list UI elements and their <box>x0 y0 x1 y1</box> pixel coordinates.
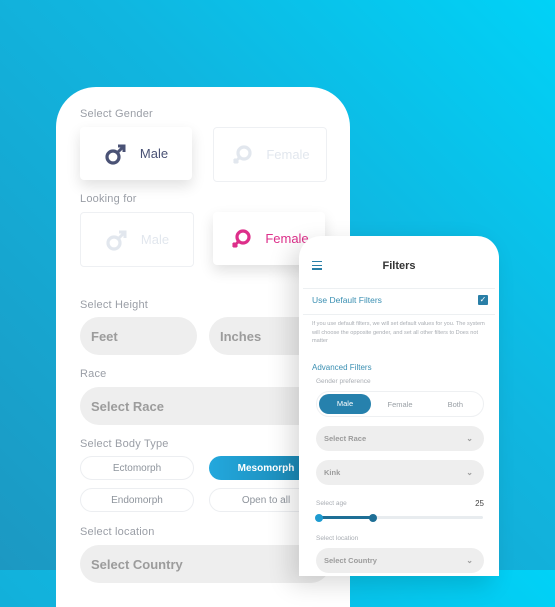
kink-select[interactable]: Kink ⌄ <box>316 460 484 485</box>
divider <box>303 314 495 315</box>
gender-pref-both[interactable]: Both <box>428 400 483 409</box>
location-label: Select location <box>80 526 155 538</box>
age-max-handle[interactable] <box>369 513 378 522</box>
gender-male-option[interactable]: Male <box>80 127 192 180</box>
kink-placeholder: Kink <box>324 468 341 477</box>
divider <box>303 288 495 289</box>
looking-female-label: Female <box>265 231 309 246</box>
gender-preference-segmented: Male x Female Both <box>316 391 484 417</box>
filter-country-placeholder: Select Country <box>324 556 377 565</box>
height-label: Select Height <box>80 299 149 311</box>
looking-male-option[interactable]: Male <box>80 212 194 267</box>
female-icon <box>233 144 252 164</box>
looking-for-label: Looking for <box>80 193 137 205</box>
gender-pref-male[interactable]: Male <box>319 394 371 414</box>
body-type-label: Select Body Type <box>80 438 169 450</box>
male-icon <box>106 230 127 251</box>
male-icon <box>105 144 126 165</box>
body-type-ectomorph[interactable]: Ectomorph <box>80 456 194 480</box>
race-select[interactable]: Select Race <box>80 387 330 425</box>
race-label: Race <box>80 368 107 380</box>
female-icon <box>232 228 251 248</box>
chevron-down-icon: ⌄ <box>466 556 473 565</box>
gender-female-label: Female <box>266 147 310 162</box>
filter-country-select[interactable]: Select Country ⌄ <box>316 548 484 573</box>
chevron-down-icon: ⌄ <box>466 468 473 477</box>
age-slider-fill <box>319 516 374 519</box>
chevron-down-icon: ⌄ <box>466 434 473 443</box>
filters-panel: Filters Use Default Filters ✓ If you use… <box>299 236 499 576</box>
filter-location-label: Select location <box>316 535 359 542</box>
filter-race-placeholder: Select Race <box>324 434 367 443</box>
age-min-handle[interactable] <box>315 513 323 522</box>
default-filters-note: If you use default filters, we will set … <box>312 321 485 344</box>
country-select[interactable]: Select Country <box>80 545 330 583</box>
filter-race-select[interactable]: Select Race ⌄ <box>316 426 484 451</box>
gender-male-label: Male <box>139 146 169 161</box>
select-age-label: Select age <box>316 500 347 507</box>
body-type-endomorph[interactable]: Endomorph <box>80 488 194 512</box>
select-gender-label: Select Gender <box>80 108 153 120</box>
gender-pref-female[interactable]: Female <box>372 400 427 409</box>
looking-male-label: Male <box>140 232 170 247</box>
age-value: 25 <box>475 499 484 508</box>
advanced-filters-label: Advanced Filters <box>312 363 372 372</box>
use-default-checkbox[interactable]: ✓ <box>478 295 488 305</box>
gender-female-option[interactable]: Female <box>213 127 327 182</box>
filters-title: Filters <box>382 260 416 272</box>
use-default-filters-label: Use Default Filters <box>312 295 382 305</box>
feet-input[interactable]: Feet <box>80 317 197 355</box>
age-slider[interactable] <box>315 513 483 522</box>
gender-preference-label: Gender preference <box>316 378 371 385</box>
